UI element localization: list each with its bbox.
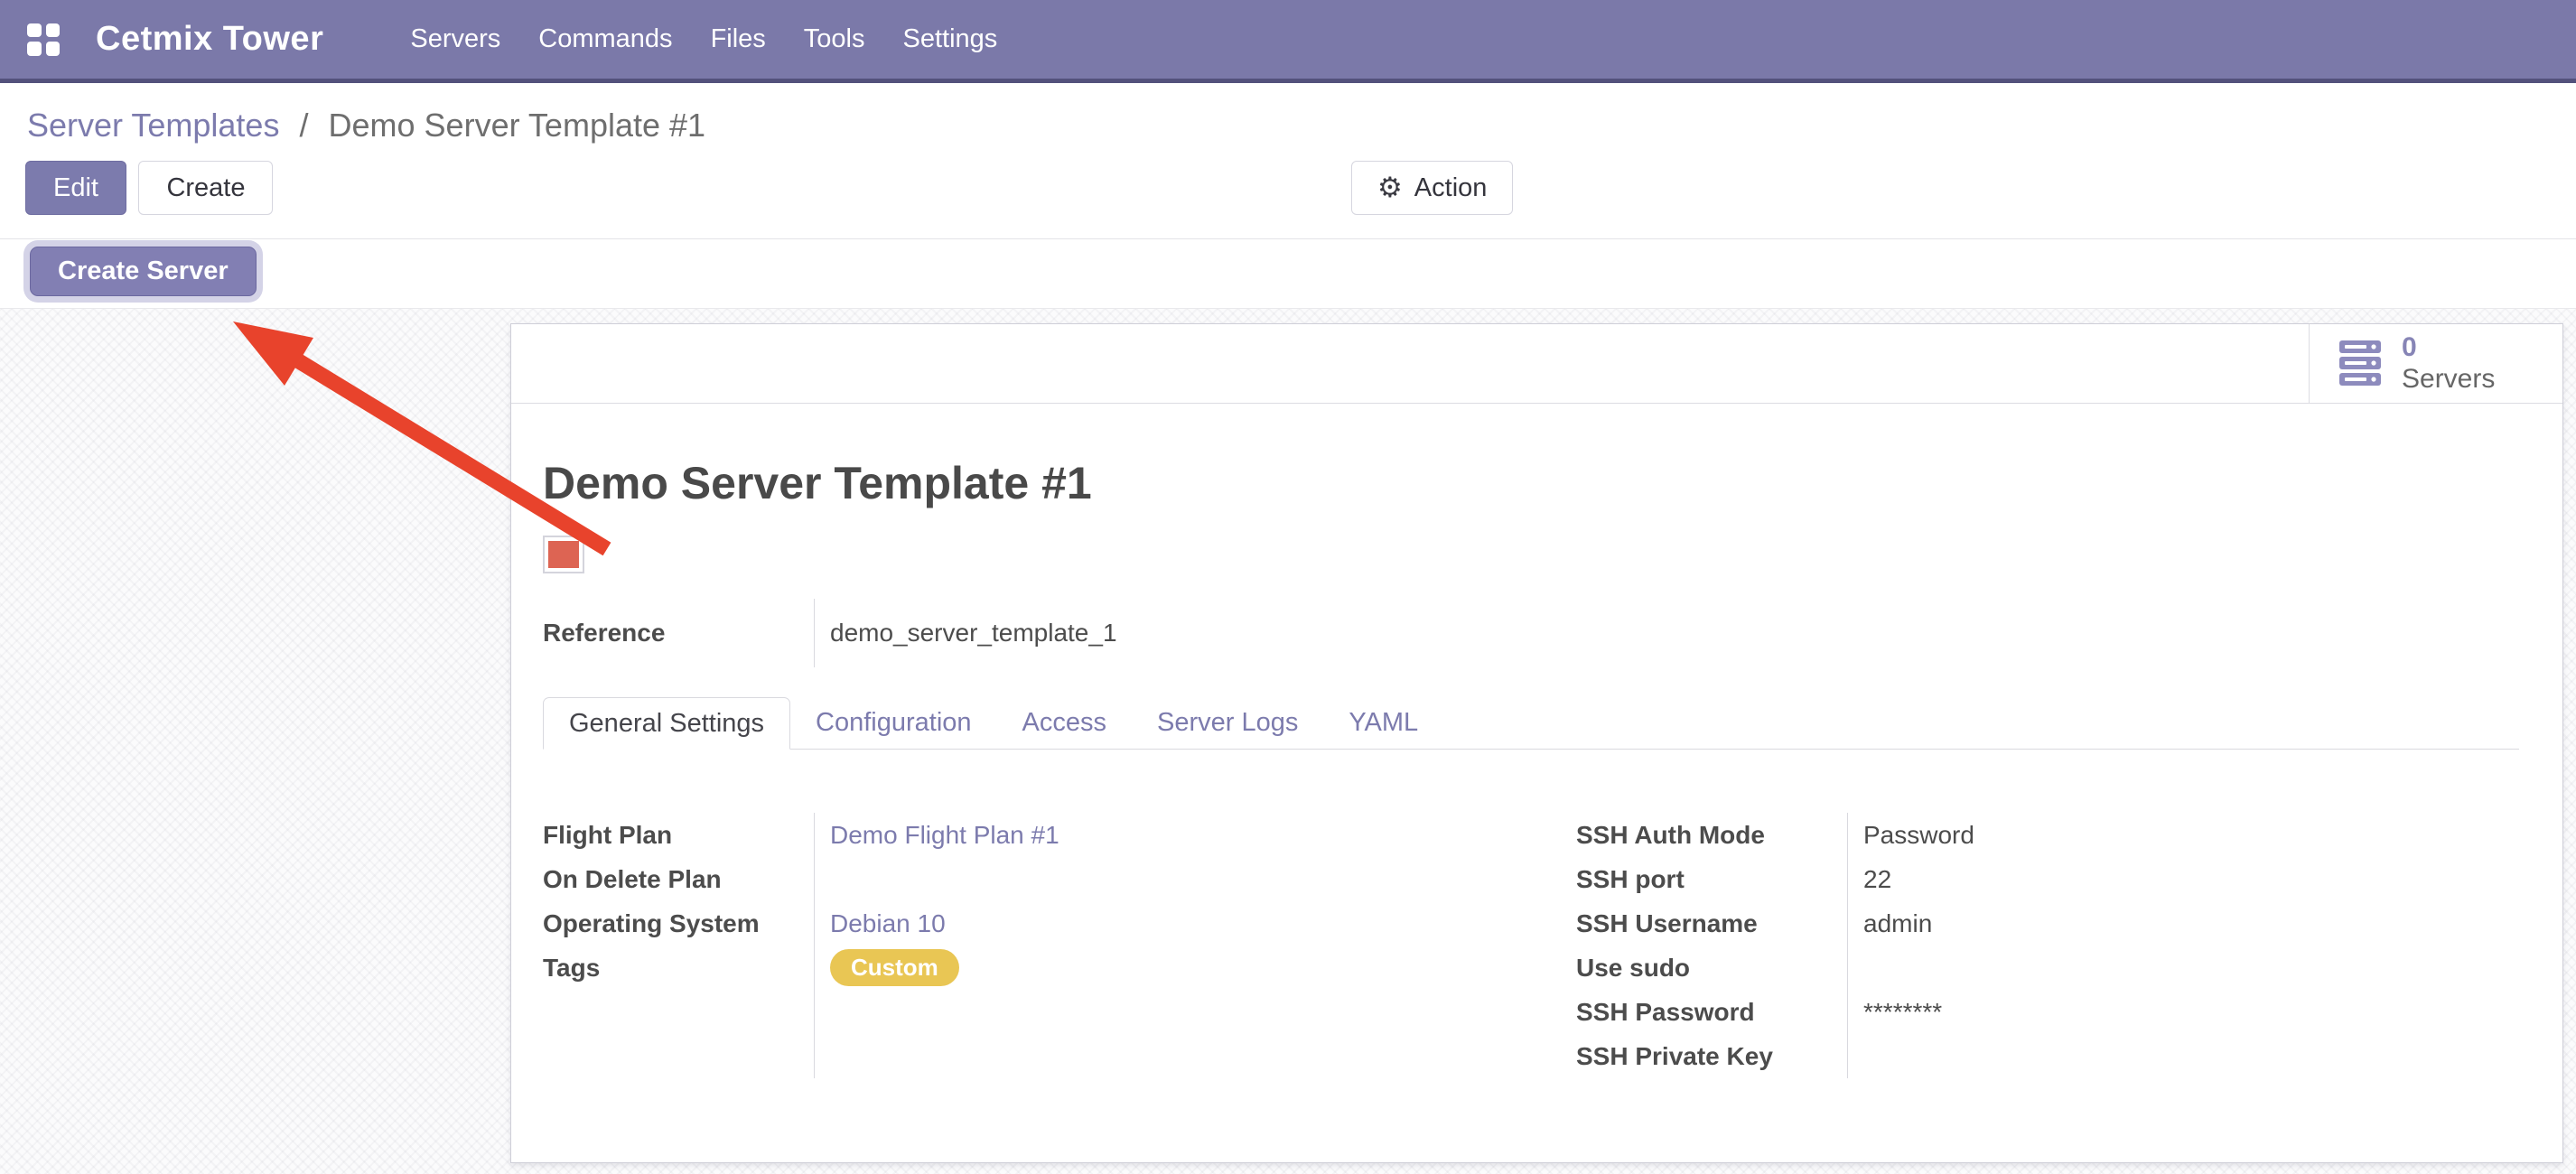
left-field-values: Demo Flight Plan #1 Debian 10 Custom bbox=[814, 813, 1486, 1078]
field-label-flight-plan: Flight Plan bbox=[543, 813, 814, 857]
reference-row: Reference demo_server_template_1 bbox=[543, 599, 2519, 667]
menu-servers[interactable]: Servers bbox=[391, 0, 519, 79]
breadcrumb: Server Templates / Demo Server Template … bbox=[0, 83, 2576, 144]
main-menu: Servers Commands Files Tools Settings bbox=[391, 0, 1016, 79]
breadcrumb-separator: / bbox=[299, 107, 308, 144]
tab-yaml[interactable]: YAML bbox=[1323, 696, 1443, 749]
create-button[interactable]: Create bbox=[138, 161, 273, 215]
notebook-tabs: General Settings Configuration Access Se… bbox=[543, 694, 2519, 750]
field-label-ssh-username: SSH Username bbox=[1576, 901, 1847, 946]
right-field-values: Password 22 admin ******** bbox=[1847, 813, 2519, 1078]
color-swatch bbox=[543, 536, 584, 573]
field-value-ssh-port: 22 bbox=[1863, 865, 1891, 894]
create-server-row: Create Server bbox=[0, 239, 2576, 308]
create-server-button[interactable]: Create Server bbox=[30, 247, 257, 296]
top-navbar: Cetmix Tower Servers Commands Files Tool… bbox=[0, 0, 2576, 83]
toolbar-row: Edit Create ⚙ Action bbox=[0, 161, 2576, 238]
field-label-on-delete-plan: On Delete Plan bbox=[543, 857, 814, 901]
menu-commands[interactable]: Commands bbox=[519, 0, 691, 79]
apps-grid-square bbox=[46, 42, 61, 56]
field-value-operating-system[interactable]: Debian 10 bbox=[830, 909, 946, 938]
form-sheet: Demo Server Template #1 Reference demo_s… bbox=[511, 404, 2562, 1078]
menu-tools[interactable]: Tools bbox=[785, 0, 884, 79]
right-field-labels: SSH Auth Mode SSH port SSH Username Use … bbox=[1576, 813, 1847, 1078]
reference-value: demo_server_template_1 bbox=[814, 599, 2519, 667]
control-panel: Server Templates / Demo Server Template … bbox=[0, 83, 2576, 239]
apps-grid-square bbox=[27, 42, 42, 56]
right-field-group: SSH Auth Mode SSH port SSH Username Use … bbox=[1576, 813, 2519, 1078]
tab-configuration[interactable]: Configuration bbox=[790, 696, 997, 749]
action-button[interactable]: ⚙ Action bbox=[1351, 161, 1513, 215]
field-label-operating-system: Operating System bbox=[543, 901, 814, 946]
tag-badge: Custom bbox=[830, 949, 959, 986]
field-label-ssh-auth-mode: SSH Auth Mode bbox=[1576, 813, 1847, 857]
reference-label: Reference bbox=[543, 599, 814, 667]
field-label-use-sudo: Use sudo bbox=[1576, 946, 1847, 990]
left-field-labels: Flight Plan On Delete Plan Operating Sys… bbox=[543, 813, 814, 1078]
field-value-ssh-auth-mode: Password bbox=[1863, 821, 1974, 850]
gear-icon: ⚙ bbox=[1377, 172, 1403, 204]
edit-button[interactable]: Edit bbox=[25, 161, 126, 215]
field-label-ssh-private-key: SSH Private Key bbox=[1576, 1034, 1847, 1078]
menu-files[interactable]: Files bbox=[692, 0, 785, 79]
breadcrumb-current: Demo Server Template #1 bbox=[329, 107, 706, 144]
field-label-tags: Tags bbox=[543, 946, 814, 990]
form-background: 0 Servers Demo Server Template #1 Refere… bbox=[0, 308, 2576, 1174]
apps-grid-square bbox=[46, 23, 61, 38]
servers-label: Servers bbox=[2402, 364, 2495, 396]
servers-stat-text: 0 Servers bbox=[2402, 332, 2495, 395]
field-label-ssh-password: SSH Password bbox=[1576, 990, 1847, 1034]
servers-stat-button[interactable]: 0 Servers bbox=[2309, 324, 2562, 403]
field-value-flight-plan[interactable]: Demo Flight Plan #1 bbox=[830, 821, 1059, 850]
field-groups: Flight Plan On Delete Plan Operating Sys… bbox=[543, 813, 2519, 1078]
apps-grid-icon[interactable] bbox=[27, 23, 60, 56]
field-label-ssh-port: SSH port bbox=[1576, 857, 1847, 901]
servers-stack-icon bbox=[2338, 339, 2382, 389]
apps-grid-square bbox=[27, 23, 42, 38]
breadcrumb-parent-link[interactable]: Server Templates bbox=[27, 107, 279, 144]
form-card: 0 Servers Demo Server Template #1 Refere… bbox=[510, 323, 2563, 1163]
servers-count: 0 bbox=[2402, 332, 2495, 364]
tab-general-settings[interactable]: General Settings bbox=[543, 697, 790, 750]
left-field-group: Flight Plan On Delete Plan Operating Sys… bbox=[543, 813, 1486, 1078]
brand-title[interactable]: Cetmix Tower bbox=[96, 20, 323, 59]
field-value-ssh-password: ******** bbox=[1863, 998, 1942, 1027]
tab-access[interactable]: Access bbox=[997, 696, 1132, 749]
field-value-ssh-username: admin bbox=[1863, 909, 1932, 938]
tab-server-logs[interactable]: Server Logs bbox=[1132, 696, 1323, 749]
app-window: Cetmix Tower Servers Commands Files Tool… bbox=[0, 0, 2576, 1174]
record-title: Demo Server Template #1 bbox=[543, 458, 2519, 508]
menu-settings[interactable]: Settings bbox=[884, 0, 1017, 79]
action-button-label: Action bbox=[1414, 173, 1488, 203]
stat-button-row: 0 Servers bbox=[511, 324, 2562, 404]
